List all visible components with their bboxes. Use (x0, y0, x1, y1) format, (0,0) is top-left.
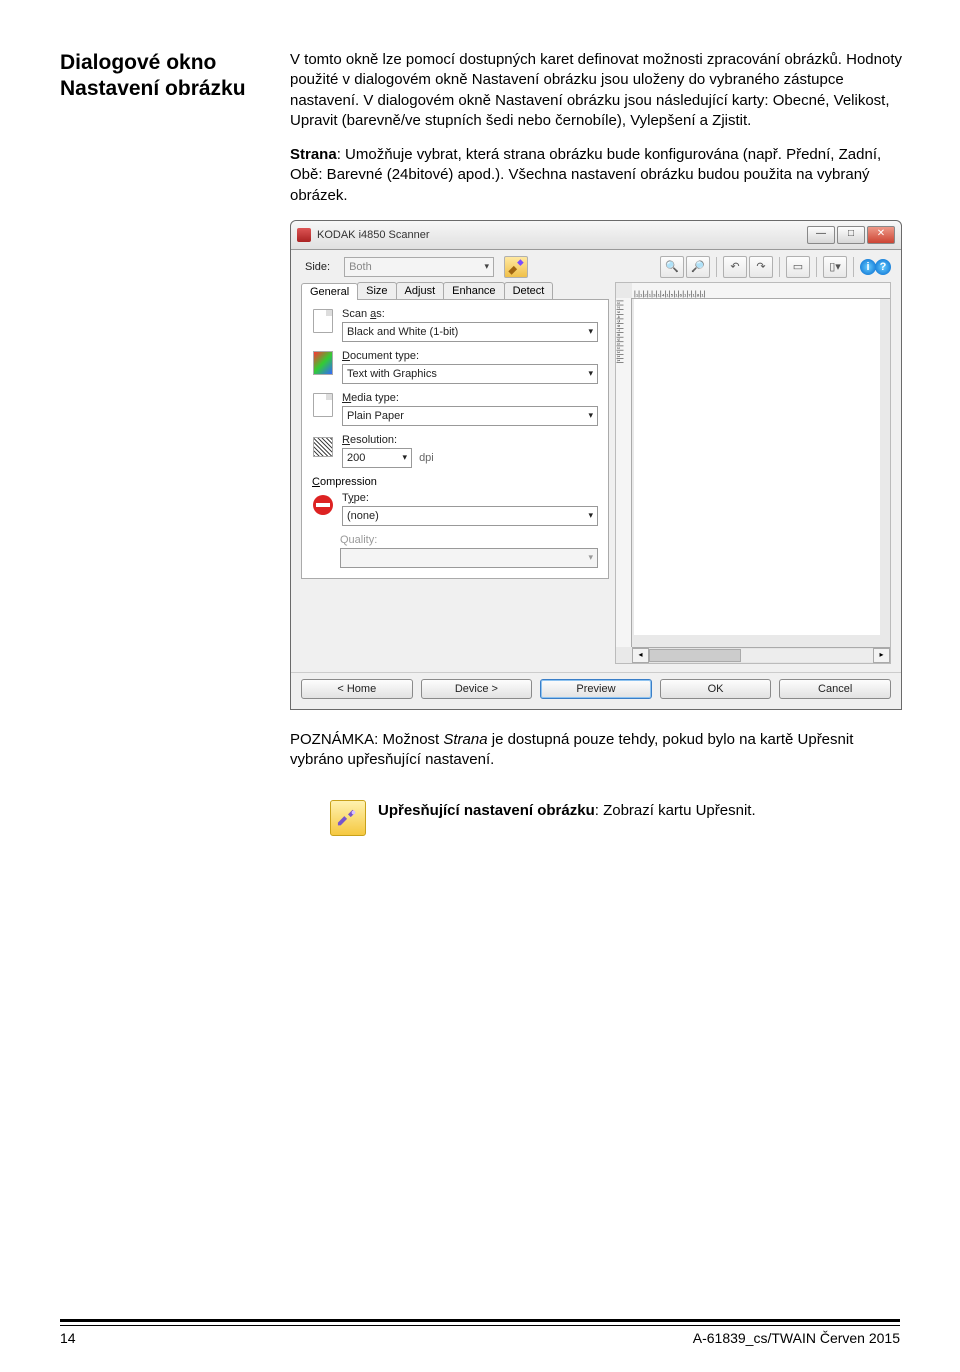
note-em: Strana (443, 731, 487, 748)
separator (779, 257, 780, 277)
media-type-combo[interactable]: Plain Paper ▾ (342, 406, 598, 426)
compression-type-value: (none) (347, 510, 379, 522)
scan-as-value: Black and White (1-bit) (347, 326, 458, 338)
doc-id: A-61839_cs/TWAIN Červen 2015 (693, 1330, 900, 1346)
ruler-vertical: |₁|₂|₃|₄|₅|₆|₇|₈|₉|₁|₁|₁|₁|₁| (616, 298, 632, 647)
heading-l1: Dialogové okno (60, 51, 216, 74)
side-combo[interactable]: Both ▾ (344, 257, 494, 277)
rotate-right-button[interactable]: ↷ (749, 256, 773, 278)
scanner-window: KODAK i4850 Scanner — □ ✕ Side: Both ▾ 🔍 (290, 220, 902, 710)
compression-type-combo[interactable]: (none) ▾ (342, 506, 598, 526)
tab-content-general: Scan as: Black and White (1-bit) ▾ Docum… (301, 300, 609, 579)
info-icons[interactable]: i ? (860, 259, 891, 275)
side-label: Side: (305, 261, 330, 273)
media-type-value: Plain Paper (347, 410, 404, 422)
wrench-icon (330, 800, 366, 836)
quality-label: Quality: (340, 534, 598, 546)
ruler-horizontal: |₁|₁|₂|₁|₃|₁|₄|₁|₅|₁|₆|₁|₇|₁|₈|₁| (632, 283, 890, 299)
separator (716, 257, 717, 277)
chevron-down-icon: ▾ (485, 261, 490, 272)
tab-size[interactable]: Size (357, 282, 396, 299)
chevron-down-icon: ▾ (588, 510, 593, 521)
compression-type-icon (312, 492, 334, 518)
dpi-label: dpi (419, 452, 434, 464)
page-footer: 14 A-61839_cs/TWAIN Červen 2015 (60, 1319, 900, 1346)
cancel-button[interactable]: Cancel (779, 679, 891, 699)
home-button[interactable]: < Home (301, 679, 413, 699)
chevron-down-icon: ▾ (588, 552, 593, 563)
info-icon: i (860, 259, 876, 275)
window-title: KODAK i4850 Scanner (317, 229, 807, 241)
scan-as-label: Scan as: (342, 308, 598, 320)
note-label: POZNÁMKA: (290, 731, 383, 748)
advanced-image-setup-button[interactable] (504, 256, 528, 278)
document-type-value: Text with Graphics (347, 368, 437, 380)
side-value: Both (349, 261, 372, 273)
heading-l2: Nastavení obrázku (60, 77, 246, 100)
zoom-out-button[interactable]: 🔎 (686, 256, 710, 278)
resolution-value: 200 (347, 452, 365, 464)
zoom-in-button[interactable]: 🔍 (660, 256, 684, 278)
minimize-button[interactable]: — (807, 226, 835, 244)
resolution-icon (312, 434, 334, 460)
device-button[interactable]: Device > (421, 679, 533, 699)
media-type-label: Media type: (342, 392, 598, 404)
resolution-label: Resolution: (342, 434, 598, 446)
tab-general[interactable]: General (301, 283, 358, 300)
chevron-down-icon: ▾ (588, 326, 593, 337)
separator (853, 257, 854, 277)
scroll-thumb[interactable] (649, 649, 741, 662)
separator (816, 257, 817, 277)
close-button[interactable]: ✕ (867, 226, 895, 244)
paragraph-intro: V tomto okně lze pomocí dostupných karet… (290, 50, 902, 131)
document-type-label: Document type: (342, 350, 598, 362)
tab-detect[interactable]: Detect (504, 282, 554, 299)
note-paragraph: POZNÁMKA: Možnost Strana je dostupná pou… (290, 730, 902, 771)
chevron-down-icon: ▾ (402, 452, 407, 463)
strana-bold: Strana (290, 146, 337, 163)
media-type-icon (312, 392, 334, 418)
button-row: < Home Device > Preview OK Cancel (291, 672, 901, 709)
tab-adjust[interactable]: Adjust (396, 282, 445, 299)
preview-canvas (634, 299, 880, 635)
note-pre: Možnost (383, 731, 444, 748)
maximize-button[interactable]: □ (837, 226, 865, 244)
strana-rest: : Umožňuje vybrat, která strana obrázku … (290, 146, 881, 204)
page-number: 14 (60, 1330, 76, 1346)
compression-group-label: Compression (312, 476, 598, 488)
advanced-setup-row: Upřesňující nastavení obrázku: Zobrazí k… (330, 796, 902, 836)
scroll-right-button[interactable]: ▸ (873, 648, 890, 663)
preview-button[interactable]: Preview (540, 679, 652, 699)
document-type-icon (312, 350, 334, 376)
help-icon: ? (875, 259, 891, 275)
chevron-down-icon: ▾ (588, 410, 593, 421)
tab-enhance[interactable]: Enhance (443, 282, 504, 299)
quality-button[interactable]: ▯▾ (823, 256, 847, 278)
titlebar: KODAK i4850 Scanner — □ ✕ (291, 221, 901, 250)
resolution-combo[interactable]: 200 ▾ (342, 448, 412, 468)
scroll-left-button[interactable]: ◂ (632, 648, 649, 663)
paragraph-strana: Strana: Umožňuje vybrat, která strana ob… (290, 145, 902, 206)
advset-rest: : Zobrazí kartu Upřesnit. (595, 802, 756, 819)
section-heading: Dialogové okno Nastavení obrázku (60, 50, 270, 103)
tab-strip: General Size Adjust Enhance Detect (301, 282, 609, 300)
advset-bold: Upřesňující nastavení obrázku (378, 802, 595, 819)
ok-button[interactable]: OK (660, 679, 772, 699)
chevron-down-icon: ▾ (588, 368, 593, 379)
scrollbar-horizontal[interactable]: ◂ ▸ (632, 647, 890, 663)
scroll-track[interactable] (649, 649, 873, 662)
quality-combo: ▾ (340, 548, 598, 568)
scan-as-combo[interactable]: Black and White (1-bit) ▾ (342, 322, 598, 342)
compression-type-label: Type: (342, 492, 598, 504)
scan-as-icon (312, 308, 334, 334)
app-icon (297, 228, 311, 242)
rotate-left-button[interactable]: ↶ (723, 256, 747, 278)
document-type-combo[interactable]: Text with Graphics ▾ (342, 364, 598, 384)
preview-panel: |₁|₁|₂|₁|₃|₁|₄|₁|₅|₁|₆|₁|₇|₁|₈|₁| |₁|₂|₃… (615, 282, 891, 664)
advanced-setup-text: Upřesňující nastavení obrázku: Zobrazí k… (378, 796, 756, 819)
fit-button[interactable]: ▭ (786, 256, 810, 278)
